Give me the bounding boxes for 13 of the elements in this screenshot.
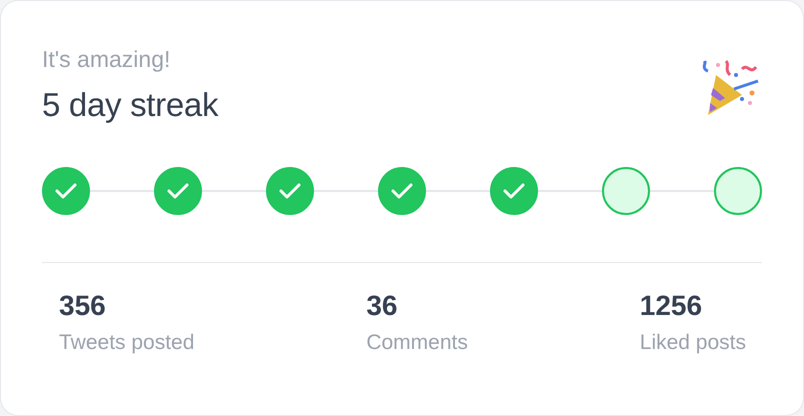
check-icon [55, 182, 77, 200]
check-icon [391, 182, 413, 200]
stat-label: Comments [366, 330, 468, 356]
check-icon [503, 182, 525, 200]
stat-label: Tweets posted [59, 330, 194, 356]
stat-label: Liked posts [640, 330, 746, 356]
card-title: 5 day streak [42, 85, 218, 125]
check-icon [167, 182, 189, 200]
stat-value: 36 [366, 290, 398, 322]
stat-value: 356 [59, 290, 107, 322]
check-icon [279, 182, 301, 200]
card-subtitle: It's amazing! [42, 45, 172, 73]
stat-value: 1256 [640, 290, 704, 322]
